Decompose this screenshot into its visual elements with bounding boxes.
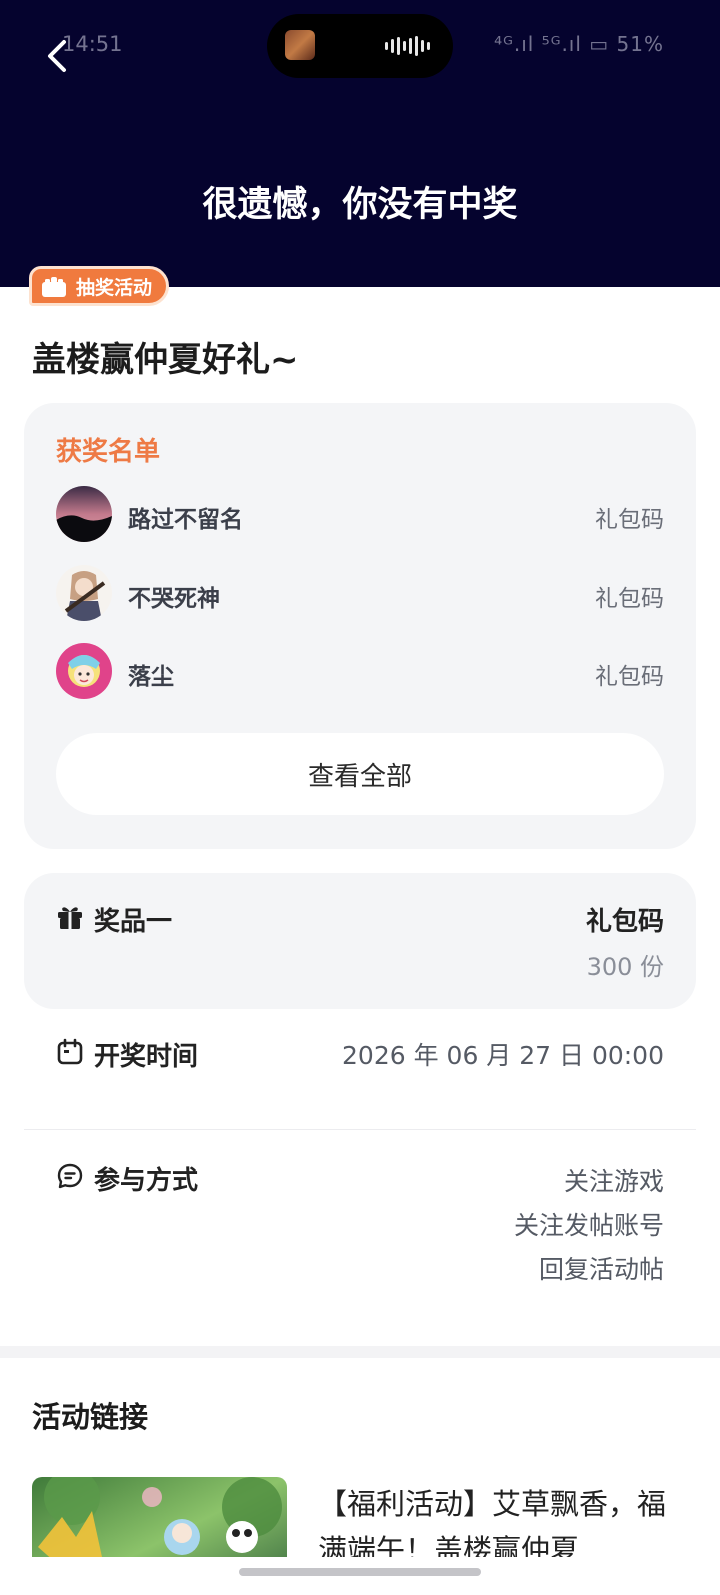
participation-method: 关注游戏 xyxy=(563,1167,664,1196)
section-divider xyxy=(0,1346,720,1358)
winner-prize: 礼包码 xyxy=(595,664,664,690)
winners-card: 获奖名单 路过不留名 礼包码 不哭死神 礼包码 落尘 礼包码 查看全部 xyxy=(24,403,696,849)
gift-box-icon xyxy=(42,277,66,297)
status-indicators: ⁴ᴳ.ıl ⁵ᴳ.ıl ▭ 51% xyxy=(494,32,664,56)
tag-label: 抽奖活动 xyxy=(76,276,153,299)
participation-method: 关注发帖账号 xyxy=(513,1211,664,1240)
draw-time-row: 开奖时间 2026 年 06 月 27 日 00:00 xyxy=(24,1030,696,1130)
winner-prize: 礼包码 xyxy=(595,586,664,612)
participation-row: 参与方式 关注游戏 关注发帖账号 回复活动帖 xyxy=(24,1160,696,1320)
winner-name: 不哭死神 xyxy=(128,586,220,612)
activity-link-title: 【福利活动】艾草飘香，福满端午！盖楼赢仲夏 xyxy=(318,1487,667,1557)
activity-thumbnail xyxy=(32,1477,287,1557)
participation-label: 参与方式 xyxy=(94,1166,199,1196)
winner-row[interactable]: 落尘 礼包码 xyxy=(56,643,664,701)
calendar-icon xyxy=(57,1038,83,1065)
winner-row[interactable]: 不哭死神 礼包码 xyxy=(56,565,664,623)
prize-label: 奖品一 xyxy=(94,907,173,937)
result-title: 很遗憾，你没有中奖 xyxy=(202,185,518,225)
lottery-tag: 抽奖活动 xyxy=(29,266,170,306)
result-header: 14:51 ⁴ᴳ.ıl ⁵ᴳ.ıl ▭ 51% 很遗憾，你没有中奖 xyxy=(0,0,720,287)
draw-time-label: 开奖时间 xyxy=(94,1042,199,1072)
prize-card: 奖品一 礼包码 300 份 xyxy=(24,873,696,1009)
draw-time-value: 2026 年 06 月 27 日 00:00 xyxy=(342,1041,664,1070)
avatar xyxy=(56,565,112,621)
home-indicator[interactable] xyxy=(239,1568,481,1576)
avatar xyxy=(56,643,112,699)
activity-link-item[interactable]: 【福利活动】艾草飘香，福满端午！盖楼赢仲夏 xyxy=(32,1477,692,1557)
participation-methods: 关注游戏 关注发帖账号 回复活动帖 xyxy=(514,1160,664,1292)
prize-count: 300 份 xyxy=(586,953,664,981)
avatar xyxy=(56,486,112,542)
participation-method: 回复活动帖 xyxy=(538,1255,664,1284)
prize-name: 礼包码 xyxy=(585,907,664,937)
media-thumbnail xyxy=(285,30,315,60)
dynamic-island[interactable] xyxy=(267,14,453,78)
winner-row[interactable]: 路过不留名 礼包码 xyxy=(56,486,664,544)
gift-icon xyxy=(58,907,82,929)
winner-name: 路过不留名 xyxy=(128,507,243,533)
back-arrow-icon[interactable] xyxy=(40,36,80,76)
post-title: 盖楼赢仲夏好礼~ xyxy=(32,340,299,380)
audio-wave-icon xyxy=(385,36,435,56)
winner-prize: 礼包码 xyxy=(595,507,664,533)
view-all-button[interactable]: 查看全部 xyxy=(56,733,664,815)
winners-heading: 获奖名单 xyxy=(56,437,161,467)
chat-bubble-icon xyxy=(57,1163,83,1189)
winner-name: 落尘 xyxy=(128,664,174,690)
activity-links-heading: 活动链接 xyxy=(32,1400,149,1434)
